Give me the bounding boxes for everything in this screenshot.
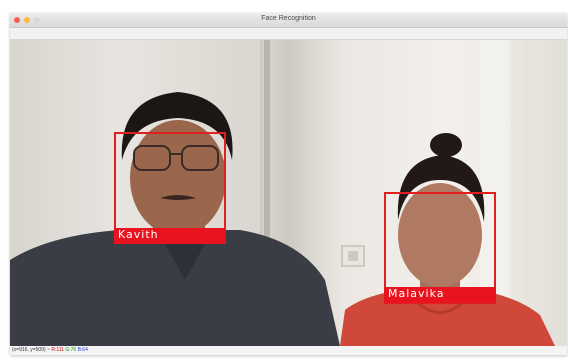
app-window: Face Recognition Kavith Malavika (x=916,… [10,13,567,355]
title-bar[interactable]: Face Recognition [10,13,567,28]
status-bar: (x=916, y=509) ~ R:111 G:76 B:64 [10,346,567,355]
cursor-coords: (x=916, y=509) ~ [12,347,50,353]
window-title: Face Recognition [261,15,316,22]
video-frame: Kavith Malavika [10,40,567,346]
name-label-kavith: Kavith [114,228,226,244]
red-value: R:111 [51,347,64,353]
blue-value: B:64 [77,347,88,353]
name-label-malavika: Malavika [384,287,496,303]
toolbar-strip [10,28,567,40]
green-value: G:76 [65,347,77,353]
